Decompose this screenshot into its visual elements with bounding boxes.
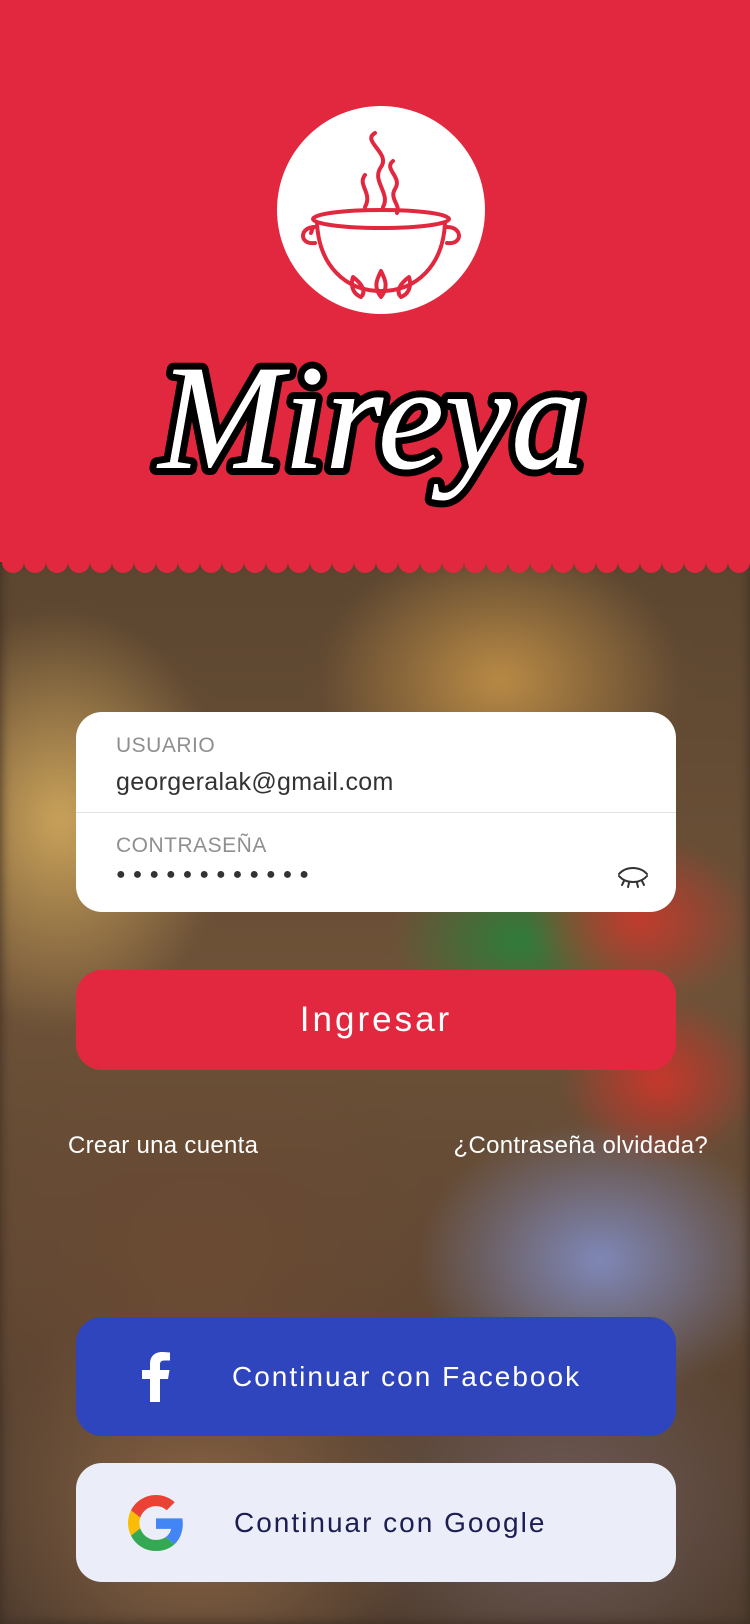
create-account-link[interactable]: Crear una cuenta	[68, 1132, 258, 1160]
login-button-label: Ingresar	[299, 1000, 453, 1039]
brand-name-fill: Mireya	[156, 335, 586, 501]
password-field[interactable]: CONTRASEÑA ●●●●●●●●●●●●	[76, 812, 676, 912]
username-label: USUARIO	[116, 734, 216, 757]
username-field[interactable]: USUARIO georgeralak@gmail.com	[76, 712, 676, 813]
facebook-login-button[interactable]: Continuar con Facebook	[76, 1317, 676, 1436]
login-button[interactable]: Ingresar	[76, 970, 676, 1070]
logo	[277, 106, 485, 314]
login-card: USUARIO georgeralak@gmail.com CONTRASEÑA…	[76, 712, 676, 912]
google-button-label: Continuar con Google	[234, 1506, 547, 1538]
facebook-icon	[128, 1349, 184, 1405]
header-banner: Mireya Mireya	[0, 0, 750, 573]
username-input[interactable]: georgeralak@gmail.com	[116, 768, 394, 797]
facebook-button-label: Continuar con Facebook	[232, 1360, 582, 1392]
google-icon	[128, 1494, 184, 1551]
password-input[interactable]: ●●●●●●●●●●●●	[116, 866, 316, 884]
eye-closed-icon[interactable]	[616, 864, 650, 892]
forgot-password-link[interactable]: ¿Contraseña olvidada?	[454, 1132, 708, 1160]
google-login-button[interactable]: Continuar con Google	[76, 1463, 676, 1582]
cooking-pot-icon	[301, 131, 461, 299]
password-label: CONTRASEÑA	[116, 834, 267, 857]
brand-logotype: Mireya Mireya	[149, 328, 593, 508]
